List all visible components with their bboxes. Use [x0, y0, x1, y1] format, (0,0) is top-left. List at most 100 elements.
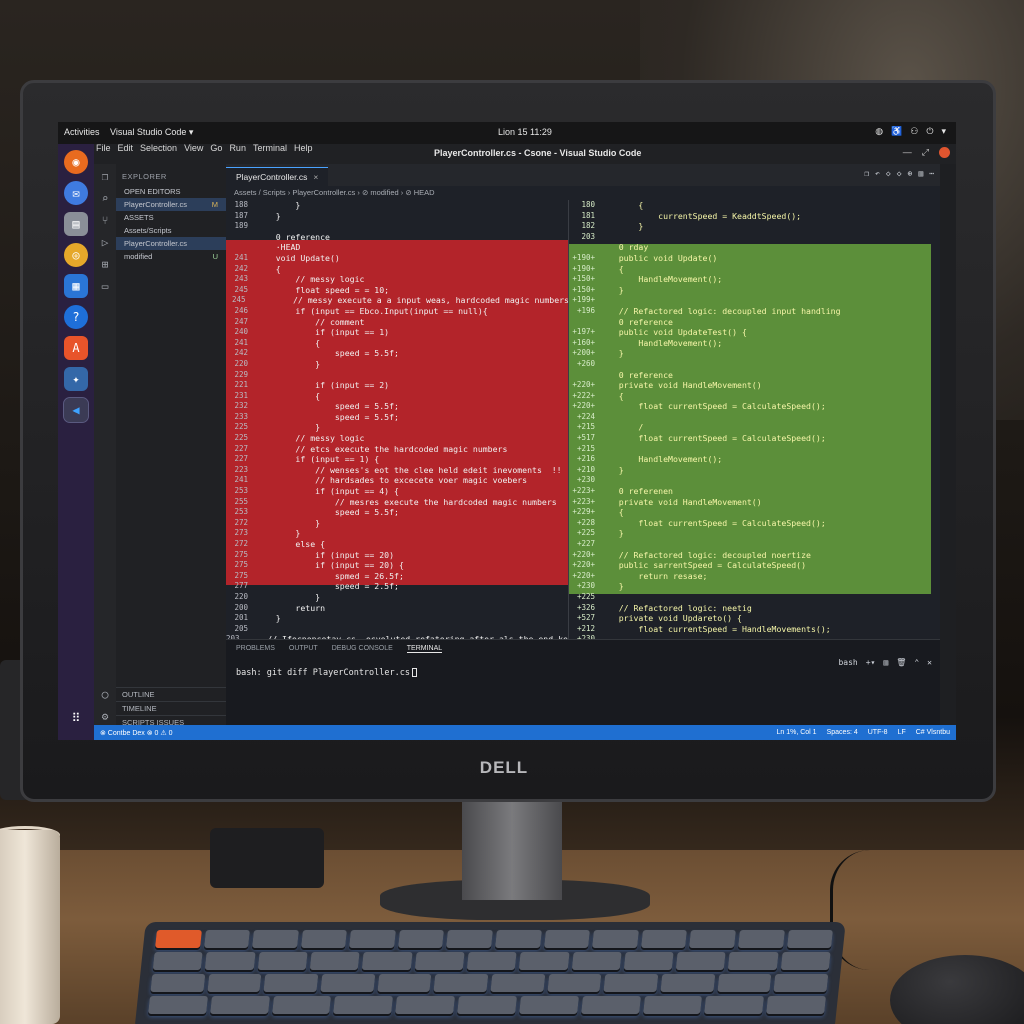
code-line[interactable]: 231 { [226, 391, 568, 402]
code-line[interactable]: +230 } [569, 581, 940, 592]
code-line[interactable]: 247 // comment [226, 317, 568, 328]
code-line[interactable]: 227 if (input == 1) { [226, 454, 568, 465]
show-apps-icon[interactable]: ⠿ [64, 706, 88, 730]
code-line[interactable]: +260 [569, 359, 940, 370]
open-editor-item[interactable]: PlayerController.cs M [116, 198, 226, 211]
code-line[interactable]: +222+ { [569, 391, 940, 402]
code-line[interactable]: 253 speed = 5.5f; [226, 507, 568, 518]
help-icon[interactable]: ? [64, 305, 88, 329]
accessibility-icon[interactable]: ♿ [891, 126, 902, 137]
code-line[interactable]: 275 if (input == 20) { [226, 560, 568, 571]
status-position[interactable]: Ln 1%, Col 1 [777, 729, 817, 736]
code-line[interactable]: +220+ public sarrentSpeed = CalculateSpe… [569, 560, 940, 571]
network-icon[interactable]: ◍ [875, 126, 883, 137]
status-encoding[interactable]: UTF-8 [868, 729, 888, 736]
code-line[interactable]: +190+ public void Update() [569, 253, 940, 264]
add-terminal-icon[interactable]: +▾ [866, 658, 876, 667]
close-icon[interactable] [939, 147, 950, 158]
code-line[interactable]: 181 currentSpeed = KeaddtSpeed(); [569, 211, 940, 222]
code-line[interactable]: 272 } [226, 518, 568, 529]
open-changes-icon[interactable]: ❐ [864, 169, 869, 178]
menu-help[interactable]: Help [294, 143, 313, 153]
code-line[interactable]: +220+ // Refactored logic: decoupled noe… [569, 550, 940, 561]
split-editor-icon[interactable]: ▥ [918, 169, 923, 178]
code-line[interactable]: 241 { [226, 338, 568, 349]
code-line[interactable]: 241 // hardsades to excecete voer magic … [226, 475, 568, 486]
menu-view[interactable]: View [184, 143, 203, 153]
code-line[interactable]: +223+ private void HandleMovement() [569, 497, 940, 508]
maximize-panel-icon[interactable]: ⌃ [914, 658, 919, 667]
code-line[interactable]: 225 } [226, 422, 568, 433]
revert-icon[interactable]: ↶ [875, 169, 880, 178]
code-line[interactable]: 245 // messy execute a a input weas, har… [226, 295, 568, 306]
code-line[interactable]: +517 float currentSpeed = CalculateSpeed… [569, 433, 940, 444]
toggle-inline-icon[interactable]: ⊕ [908, 169, 913, 178]
code-line[interactable]: 273 } [226, 528, 568, 539]
code-line[interactable]: +527 private void Updareto() { [569, 613, 940, 624]
diff-original-pane[interactable]: 188 } 187 } 189 0 reference ·HEAD 241 void … [226, 200, 569, 639]
code-line[interactable]: 229 [226, 370, 568, 381]
source-control-icon[interactable]: ⑂ [102, 214, 109, 227]
writer-icon[interactable]: ▦ [64, 274, 88, 298]
rhythmbox-icon[interactable]: ◎ [64, 243, 88, 267]
code-line[interactable]: +227 [569, 539, 940, 550]
thunderbird-icon[interactable]: ✉ [64, 181, 88, 205]
code-line[interactable]: 221 if (input == 2) [226, 380, 568, 391]
code-line[interactable]: +196 // Refactored logic: decoupled inpu… [569, 306, 940, 317]
code-line[interactable]: 277 speed = 2.5f; [226, 581, 568, 592]
power-icon[interactable]: ⏻ [926, 126, 933, 137]
breadcrumb[interactable]: Assets / Scripts › PlayerController.cs ›… [226, 186, 940, 200]
tab-close-icon[interactable]: × [313, 172, 318, 182]
chevron-down-icon[interactable]: ▾ [941, 126, 946, 137]
code-line[interactable]: 243 // messy logic [226, 274, 568, 285]
status-spaces[interactable]: Spaces: 4 [827, 729, 858, 736]
activities-button[interactable]: Activities [64, 127, 100, 137]
close-panel-icon[interactable]: ✕ [927, 658, 932, 667]
menu-run[interactable]: Run [229, 143, 246, 153]
code-line[interactable]: 0 reference [226, 232, 568, 243]
code-line[interactable]: +230 [569, 475, 940, 486]
code-line[interactable]: +160+ HandleMovement(); [569, 338, 940, 349]
prev-change-icon[interactable]: ◇ [886, 169, 891, 178]
search-icon[interactable]: ⌕ [102, 192, 109, 205]
code-line[interactable]: +199+ [569, 295, 940, 306]
code-line[interactable]: 201 } [226, 613, 568, 624]
modified-item[interactable]: modified U [116, 250, 226, 263]
status-language[interactable]: C# Vlsntbu [916, 729, 950, 736]
file-item[interactable]: PlayerController.cs [116, 237, 226, 250]
code-line[interactable]: +215 / [569, 422, 940, 433]
terminal-kind[interactable]: bash [838, 658, 857, 667]
code-line[interactable]: 0 reference [569, 370, 940, 381]
account-icon[interactable]: ◯ [102, 688, 109, 701]
code-line[interactable]: 187 } [226, 211, 568, 222]
code-line[interactable]: 0 reference [569, 317, 940, 328]
code-line[interactable]: +215 [569, 444, 940, 455]
maximize-icon[interactable]: ⤢ [922, 147, 929, 158]
code-line[interactable]: 0 rday [569, 242, 940, 253]
code-line[interactable]: 180 { [569, 200, 940, 211]
tab-problems[interactable]: PROBLEMS [236, 645, 275, 653]
folder-item[interactable]: Assets/Scripts [116, 224, 226, 237]
tab-debug-console[interactable]: DEBUG CONSOLE [332, 645, 393, 653]
code-line[interactable]: ·HEAD [226, 242, 568, 253]
code-line[interactable]: +197+ public void UpdateTest() { [569, 327, 940, 338]
app-menu[interactable]: Visual Studio Code ▾ [110, 127, 193, 138]
code-line[interactable]: 242 speed = 5.5f; [226, 348, 568, 359]
open-editors-section[interactable]: OPEN EDITORS [116, 185, 226, 198]
code-line[interactable]: 223 // wenses's eot the clee held edeit … [226, 465, 568, 476]
code-line[interactable]: 245 float speed = = 10; [226, 285, 568, 296]
trash-icon[interactable]: 🗑 [896, 658, 906, 667]
code-line[interactable]: 220 } [226, 592, 568, 603]
menu-terminal[interactable]: Terminal [253, 143, 287, 153]
code-line[interactable]: 275 spmed = 26.5f; [226, 571, 568, 582]
code-line[interactable]: +326 // Refactored logic: neetig [569, 603, 940, 614]
code-line[interactable]: +229+ { [569, 507, 940, 518]
tab-output[interactable]: OUTPUT [289, 645, 318, 653]
code-line[interactable]: 242 { [226, 264, 568, 275]
files-icon[interactable]: ▤ [64, 212, 88, 236]
code-line[interactable]: +200+ } [569, 348, 940, 359]
code-line[interactable]: +212 float currentSpeed = HandleMovement… [569, 624, 940, 635]
status-eol[interactable]: LF [898, 729, 906, 736]
code-line[interactable]: 255 // mesres execute the hardcoded magi… [226, 497, 568, 508]
code-line[interactable]: +216 HandleMovement(); [569, 454, 940, 465]
